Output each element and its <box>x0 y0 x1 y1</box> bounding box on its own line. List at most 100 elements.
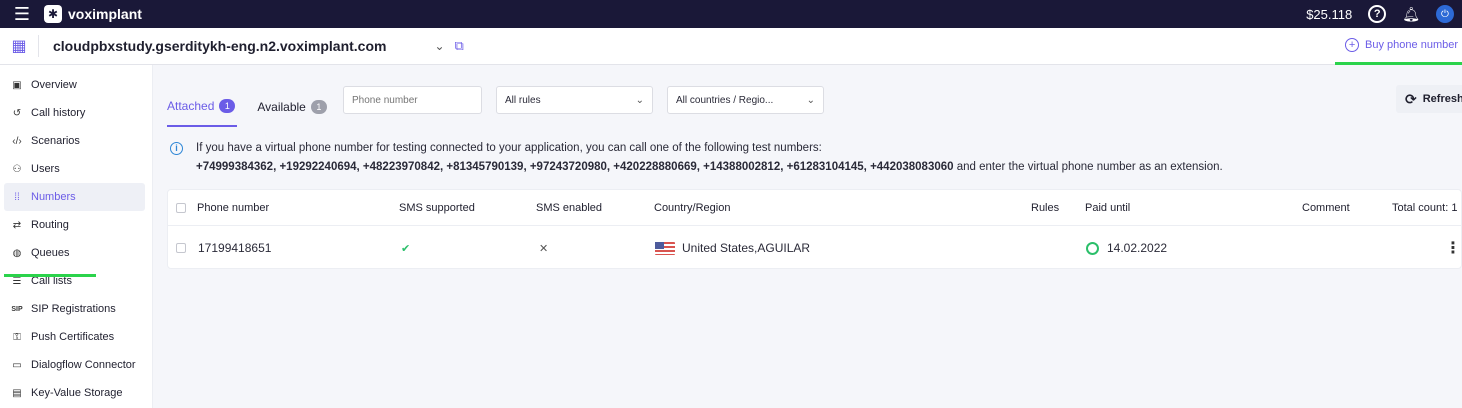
select-all-checkbox[interactable] <box>176 202 186 213</box>
tab-count-badge: 1 <box>219 99 236 113</box>
storage-icon: ▤ <box>12 387 22 399</box>
sidebar-item-label: Routing <box>31 219 69 231</box>
code-icon: ‹/› <box>12 135 22 147</box>
sidebar-item-queues[interactable]: ◍ Queues <box>0 239 152 267</box>
sidebar-item-label: Overview <box>31 79 77 91</box>
cell-country: United States,AGUILAR <box>655 226 810 270</box>
chevron-down-icon: ⌄ <box>806 94 815 106</box>
avatar[interactable]: ⏻ <box>1436 5 1454 23</box>
refresh-button[interactable]: ⟳ Refresh <box>1396 85 1462 113</box>
column-header-rules[interactable]: Rules <box>1031 190 1059 225</box>
country-text: United States,AGUILAR <box>682 241 811 255</box>
row-actions-kebab-icon[interactable]: ⋮ <box>1445 226 1461 270</box>
table-row[interactable]: 17199418651 ✔ ✕ United States,AGUILAR 14… <box>168 226 1461 270</box>
test-numbers-info: i If you have a virtual phone number for… <box>170 139 1450 177</box>
sms-supported-check-icon: ✔ <box>401 242 411 255</box>
cell-paid-until: 14.02.2022 <box>1086 226 1167 270</box>
users-icon: ⚇ <box>12 163 22 175</box>
plus-circle-icon: + <box>1345 38 1360 52</box>
sidebar-item-push-certificates[interactable]: ⚿ Push Certificates <box>0 323 152 351</box>
rules-select-value: All rules <box>505 94 541 106</box>
column-header-comment[interactable]: Comment <box>1302 190 1350 225</box>
buy-phone-number-label: Buy phone number <box>1365 39 1458 51</box>
sidebar-item-label: SIP Registrations <box>31 303 116 315</box>
sidebar-item-numbers[interactable]: ⁞⁞ Numbers <box>4 183 145 211</box>
bell-icon[interactable]: 🔔︎ <box>1402 6 1420 23</box>
application-bar: ▦ cloudpbxstudy.gserditykh-eng.n2.voximp… <box>0 28 1462 65</box>
apps-grid-icon[interactable]: ▦ <box>0 36 38 56</box>
sidebar-item-label: Numbers <box>31 191 76 203</box>
column-header-sms-supported[interactable]: SMS supported <box>399 190 475 225</box>
dialpad-icon: ⁞⁞ <box>14 191 20 203</box>
sidebar-item-call-lists[interactable]: ☰ Call lists <box>0 267 152 295</box>
sidebar-item-dialogflow-connector[interactable]: ▭ Dialogflow Connector <box>0 351 152 379</box>
sidebar-item-label: Scenarios <box>31 135 80 147</box>
sidebar-item-label: Call history <box>31 107 86 119</box>
sidebar-item-users[interactable]: ⚇ Users <box>0 155 152 183</box>
column-header-sms-enabled[interactable]: SMS enabled <box>536 190 602 225</box>
application-name: cloudpbxstudy.gserditykh-eng.n2.voximpla… <box>53 38 387 54</box>
refresh-icon: ⟳ <box>1405 90 1417 107</box>
account-balance[interactable]: $25.118 <box>1306 7 1352 22</box>
sidebar-item-sip-registrations[interactable]: SIP SIP Registrations <box>0 295 152 323</box>
tab-attached[interactable]: Attached 1 <box>167 87 238 127</box>
countries-select[interactable]: All countries / Regio... ⌄ <box>667 86 824 114</box>
history-icon: ↺ <box>12 107 22 119</box>
countries-select-value: All countries / Regio... <box>676 94 774 106</box>
sidebar-item-scenarios[interactable]: ‹/› Scenarios <box>0 127 152 155</box>
sidebar-item-label: Push Certificates <box>31 331 115 343</box>
chat-icon: ▭ <box>12 359 22 371</box>
hamburger-menu-icon[interactable]: ☰ <box>0 4 44 25</box>
routing-icon: ⇄ <box>12 219 22 231</box>
chevron-down-icon: ⌄ <box>635 94 644 106</box>
divider <box>38 35 39 57</box>
sidebar-item-routing[interactable]: ⇄ Routing <box>0 211 152 239</box>
voximplant-logo-icon: ✱ <box>44 5 62 23</box>
refresh-label: Refresh <box>1422 93 1462 105</box>
sidebar-item-key-value-storage[interactable]: ▤ Key-Value Storage <box>0 379 152 407</box>
top-bar: ☰ ✱ voximplant $25.118 ? 🔔︎ ⏻ <box>0 0 1462 28</box>
active-nav-highlight <box>4 274 96 277</box>
sidebar: ▣ Overview ↺ Call history ‹/› Scenarios ⚇ Us… <box>0 65 153 408</box>
sidebar-item-label: Key-Value Storage <box>31 387 123 399</box>
cell-phone-number: 17199418651 <box>198 241 272 255</box>
tab-label: Available <box>257 100 306 114</box>
us-flag-icon <box>655 241 675 255</box>
brand-name: voximplant <box>68 6 142 22</box>
list-icon: ☰ <box>12 275 22 287</box>
certificate-icon: ⚿ <box>13 331 21 343</box>
chevron-down-icon[interactable]: ⌄ <box>434 39 444 53</box>
tab-available[interactable]: Available 1 <box>257 87 327 127</box>
column-header-country[interactable]: Country/Region <box>654 190 730 225</box>
column-header-paid-until[interactable]: Paid until <box>1085 190 1130 225</box>
queues-icon: ◍ <box>12 247 22 259</box>
numbers-table: Phone number SMS supported SMS enabled C… <box>167 189 1462 269</box>
brand-logo[interactable]: ✱ voximplant <box>44 5 142 23</box>
sms-enabled-cross-icon: ✕ <box>539 242 549 255</box>
sidebar-item-call-history[interactable]: ↺ Call history <box>0 99 152 127</box>
help-icon[interactable]: ? <box>1368 5 1387 23</box>
row-checkbox[interactable] <box>176 243 186 253</box>
phone-number-search-input[interactable] <box>343 86 482 114</box>
copy-icon[interactable]: ⧉ <box>455 38 464 54</box>
sip-icon: SIP <box>11 305 23 313</box>
tab-label: Attached <box>167 99 215 113</box>
sidebar-item-overview[interactable]: ▣ Overview <box>0 71 152 99</box>
info-icon: i <box>170 142 183 155</box>
sidebar-item-label: Dialogflow Connector <box>31 359 136 371</box>
main-content: Attached 1 Available 1 All rules ⌄ All c… <box>153 65 1462 408</box>
paid-until-date: 14.02.2022 <box>1107 241 1168 255</box>
info-text-suffix: and enter the virtual phone number as an… <box>953 161 1223 173</box>
test-numbers-list: +74999384362, +19292240694, +48223970842… <box>196 161 954 173</box>
rules-select[interactable]: All rules ⌄ <box>496 86 653 114</box>
buy-phone-number-button[interactable]: + Buy phone number <box>1335 28 1462 65</box>
dashboard-icon: ▣ <box>12 79 22 91</box>
sidebar-item-label: Users <box>31 163 60 175</box>
tab-count-badge: 1 <box>310 100 327 114</box>
info-text: If you have a virtual phone number for t… <box>196 142 822 154</box>
status-ok-icon <box>1086 241 1099 255</box>
numbers-tabs: Attached 1 Available 1 <box>167 87 327 127</box>
sidebar-item-label: Queues <box>31 247 70 259</box>
column-header-phone[interactable]: Phone number <box>197 190 269 225</box>
total-count: Total count: 1 <box>1392 201 1458 214</box>
